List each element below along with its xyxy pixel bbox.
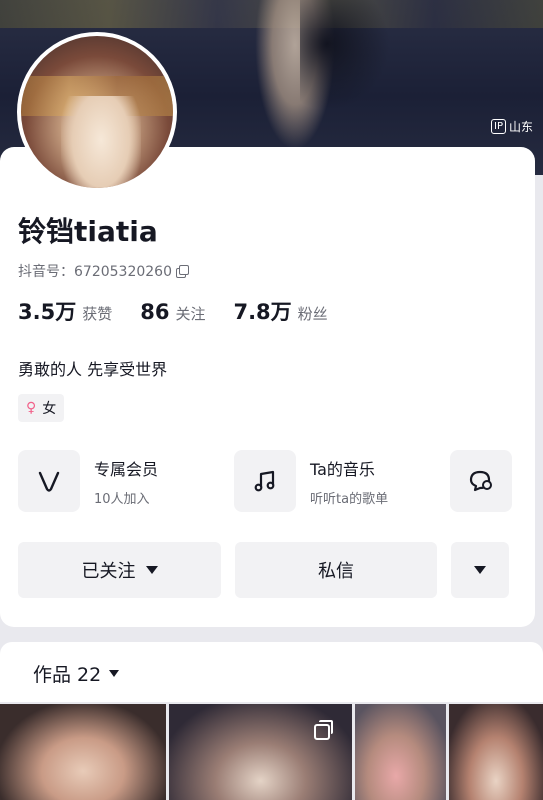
stat-followers[interactable]: 7.8万 粉丝 <box>233 296 327 326</box>
chevron-down-icon <box>109 670 120 677</box>
chevron-down-icon <box>145 566 158 574</box>
profile-bio: 勇敢的人 先享受世界 <box>18 360 168 379</box>
multi-image-icon <box>314 720 334 740</box>
chat-bubble-icon[interactable] <box>450 450 512 512</box>
feature-membership-title: 专属会员 <box>94 459 159 479</box>
stat-following-value: 86 <box>140 300 170 324</box>
followed-button-label: 已关注 <box>81 561 136 581</box>
action-row: 已关注 私信 <box>18 542 509 598</box>
ip-location: IP 山东 <box>491 118 533 135</box>
work-thumbnail[interactable] <box>355 704 447 800</box>
followed-button[interactable]: 已关注 <box>18 542 221 598</box>
work-thumbnail[interactable] <box>0 704 166 800</box>
message-button-label: 私信 <box>318 561 354 581</box>
feature-membership-subtitle: 10人加入 <box>94 491 150 507</box>
dropdown-icon <box>474 566 486 574</box>
stat-likes-label: 获赞 <box>82 305 113 323</box>
feature-music-subtitle: 听听ta的歌单 <box>310 491 389 507</box>
stats-row: 3.5万 获赞 86 关注 7.8万 粉丝 <box>18 296 356 326</box>
message-button[interactable]: 私信 <box>235 542 437 598</box>
work-thumbnail[interactable] <box>449 704 543 800</box>
works-tab[interactable]: 作品 22 <box>33 660 120 687</box>
feature-membership[interactable]: 专属会员 10人加入 <box>18 450 234 512</box>
cover-hair <box>300 0 390 110</box>
feature-row: 专属会员 10人加入 Ta的音乐 听听ta的歌单 <box>18 450 512 512</box>
gender-tag: ♀ 女 <box>18 394 65 422</box>
stat-following-label: 关注 <box>175 305 206 323</box>
feature-music[interactable]: Ta的音乐 听听ta的歌单 <box>234 450 450 512</box>
stat-followers-value: 7.8万 <box>233 300 292 324</box>
feature-music-title: Ta的音乐 <box>310 459 375 479</box>
female-icon: ♀ <box>26 400 37 416</box>
works-tab-label: 作品 22 <box>33 664 102 686</box>
profile-name: 铃铛tiatia <box>18 215 158 248</box>
gender-text: 女 <box>42 401 57 417</box>
works-grid <box>0 704 543 800</box>
douyin-id-text: 抖音号：67205320260 <box>18 264 172 280</box>
v-icon <box>18 450 80 512</box>
ip-badge: IP <box>491 119 506 134</box>
ip-location-text: 山东 <box>508 120 533 134</box>
stat-likes-value: 3.5万 <box>18 300 77 324</box>
more-options-button[interactable] <box>451 542 509 598</box>
avatar-figure <box>61 96 141 188</box>
avatar[interactable] <box>17 32 177 192</box>
stat-following[interactable]: 86 关注 <box>140 300 205 324</box>
music-icon <box>234 450 296 512</box>
work-thumbnail[interactable] <box>168 704 353 800</box>
stat-likes[interactable]: 3.5万 获赞 <box>18 296 112 326</box>
douyin-id[interactable]: 抖音号：67205320260 <box>18 261 189 281</box>
stat-followers-label: 粉丝 <box>297 305 328 323</box>
copy-icon[interactable] <box>175 265 189 278</box>
